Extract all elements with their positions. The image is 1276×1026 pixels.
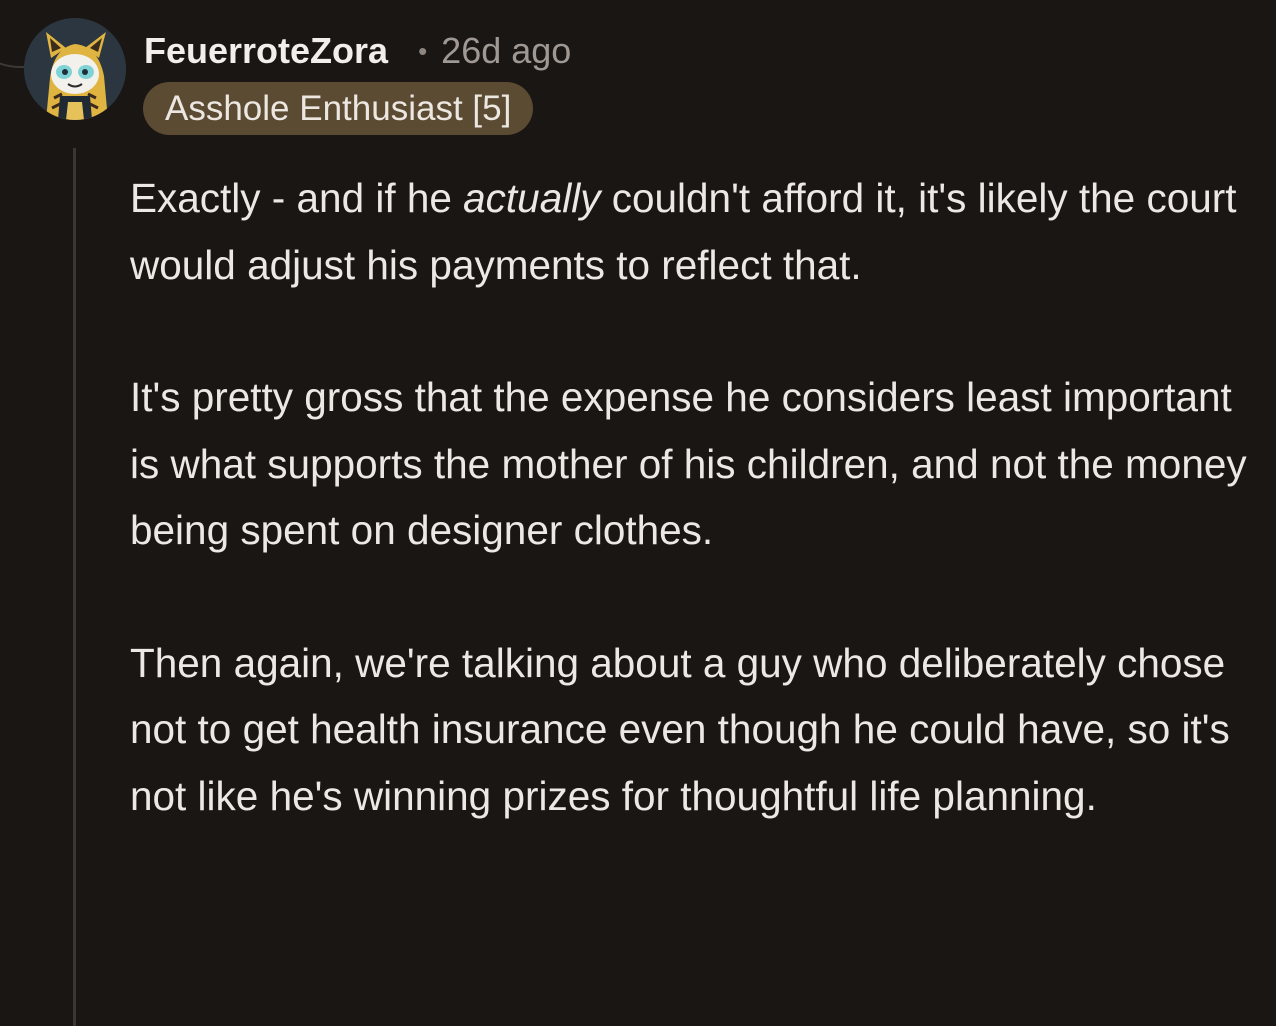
comment-view: FeuerroteZora • 26d ago Asshole Enthusia… — [0, 0, 1276, 1026]
comment-body: Exactly - and if he actually couldn't af… — [130, 165, 1250, 829]
author-username[interactable]: FeuerroteZora — [144, 30, 388, 72]
meta-separator: • — [418, 35, 428, 66]
avatar[interactable] — [24, 18, 126, 120]
cartoon-avatar-icon — [24, 18, 126, 120]
comment-paragraph: It's pretty gross that the expense he co… — [130, 374, 1247, 553]
paragraph-text: Exactly - and if he — [130, 175, 464, 221]
comment-timestamp[interactable]: 26d ago — [441, 30, 571, 72]
comment-header: FeuerroteZora • 26d ago — [144, 24, 571, 78]
thread-line[interactable] — [73, 148, 76, 1026]
comment-paragraph: Exactly - and if he actually couldn't af… — [130, 165, 1250, 298]
comment-paragraph: Then again, we're talking about a guy wh… — [130, 639, 1230, 819]
emphasized-text: actually — [463, 175, 601, 221]
user-flair-badge: Asshole Enthusiast [5] — [143, 82, 534, 135]
